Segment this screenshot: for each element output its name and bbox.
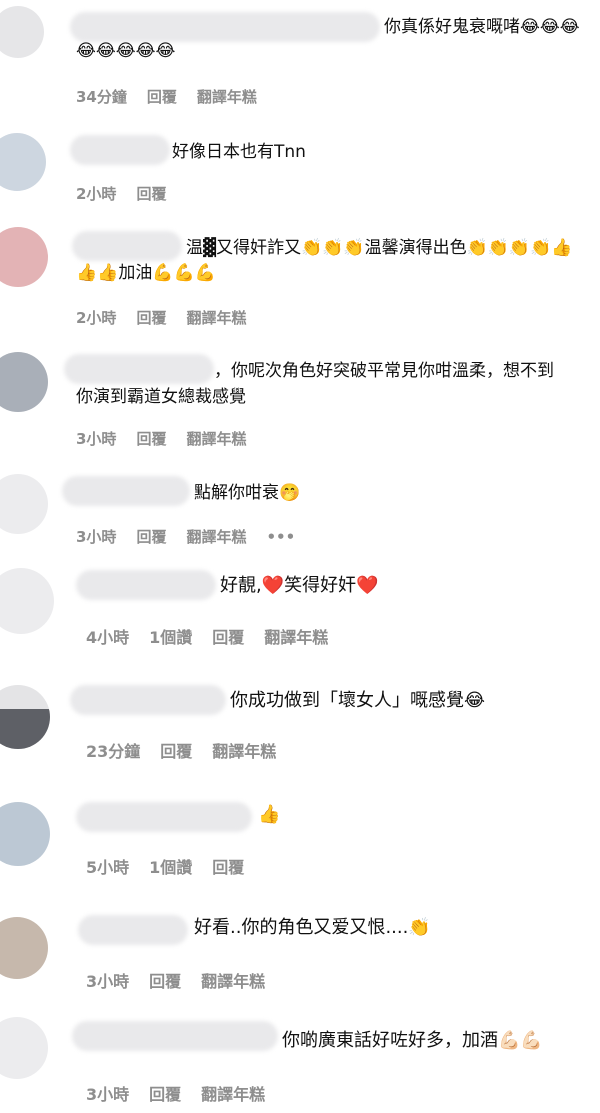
comment-meta: 3小時 回覆 翻譯年糕 — [86, 968, 285, 992]
username-blurred[interactable] — [78, 915, 188, 945]
like-count[interactable]: 1個讚 — [149, 628, 192, 647]
comment-item: ，你呢次角色好突破平常見你咁溫柔，想不到 你演到霸道女總裁感覺 3小時 回覆 翻譯年… — [0, 340, 600, 460]
comment-item: 你真係好鬼衰嘅啫😂😂😂 😂😂😂😂😂 34分鐘 回覆 翻譯年糕 — [0, 0, 600, 115]
reply-button[interactable]: 回覆 — [212, 858, 244, 877]
reply-button[interactable]: 回覆 — [136, 528, 166, 546]
avatar[interactable] — [0, 6, 44, 58]
username-blurred[interactable] — [72, 231, 182, 261]
comment-text-line2: 你演到霸道女總裁感覺 — [76, 387, 246, 407]
username-blurred[interactable] — [76, 802, 252, 832]
comment-item: 你啲廣東話好咗好多，加酒💪🏻💪🏻 3小時 回覆 翻譯年糕 — [0, 1005, 600, 1113]
username-blurred[interactable] — [72, 1021, 278, 1051]
comment-text: 好像日本也有Tnn — [172, 142, 306, 162]
avatar[interactable] — [0, 568, 54, 634]
comment-item: 温▓又得奸詐又👏👏👏温馨演得出色👏👏👏👏👍 👍👍加油💪💪💪 2小時 回覆 翻譯年糕 — [0, 215, 600, 340]
translate-button[interactable]: 翻譯年糕 — [186, 309, 246, 327]
comment-text: 好靚,❤️笑得好奸❤️ — [220, 575, 379, 596]
comment-item: 好看..你的角色又爱又恨....👏 3小時 回覆 翻譯年糕 — [0, 905, 600, 1005]
comment-item: 你成功做到「壞女人」嘅感覺😂 23分鐘 回覆 翻譯年糕 — [0, 675, 600, 790]
timestamp: 3小時 — [86, 1085, 130, 1104]
reply-button[interactable]: 回覆 — [136, 430, 166, 448]
comment-text: 👍 — [258, 804, 281, 825]
timestamp: 3小時 — [76, 430, 117, 448]
reply-button[interactable]: 回覆 — [147, 88, 177, 106]
username-blurred[interactable] — [76, 570, 216, 600]
comment-text: 好看..你的角色又爱又恨....👏 — [194, 917, 431, 938]
comment-meta: 2小時 回覆 — [76, 183, 186, 204]
comment-text: 你啲廣東話好咗好多，加酒💪🏻💪🏻 — [282, 1030, 543, 1051]
reply-button[interactable]: 回覆 — [160, 742, 192, 761]
username-blurred[interactable] — [70, 685, 226, 715]
translate-button[interactable]: 翻譯年糕 — [264, 628, 328, 647]
username-blurred[interactable] — [64, 354, 214, 384]
avatar[interactable] — [0, 352, 48, 412]
comment-text: 點解你咁衰🤭 — [194, 483, 301, 503]
comment-meta: 5小時 1個讚 回覆 — [86, 854, 264, 878]
comment-meta: 23分鐘 回覆 翻譯年糕 — [86, 738, 296, 762]
timestamp: 2小時 — [76, 309, 117, 327]
comment-item: 好像日本也有Tnn 2小時 回覆 — [0, 115, 600, 215]
comment-meta: 2小時 回覆 翻譯年糕 — [76, 307, 266, 328]
timestamp: 3小時 — [86, 972, 130, 991]
comment-item: 👍 5小時 1個讚 回覆 — [0, 790, 600, 905]
comment-item: 好靚,❤️笑得好奸❤️ 4小時 1個讚 回覆 翻譯年糕 — [0, 560, 600, 675]
translate-button[interactable]: 翻譯年糕 — [201, 972, 265, 991]
translate-button[interactable]: 翻譯年糕 — [201, 1085, 265, 1104]
reply-button[interactable]: 回覆 — [136, 309, 166, 327]
timestamp: 5小時 — [86, 858, 130, 877]
comment-text-line2: 😂😂😂😂😂 — [76, 41, 176, 61]
timestamp: 4小時 — [86, 628, 130, 647]
timestamp: 2小時 — [76, 185, 117, 203]
reply-button[interactable]: 回覆 — [149, 1085, 181, 1104]
reply-button[interactable]: 回覆 — [149, 972, 181, 991]
more-options-icon[interactable]: ••• — [266, 528, 295, 546]
comment-meta: 3小時 回覆 翻譯年糕 ••• — [76, 526, 315, 547]
comment-text: 你真係好鬼衰嘅啫😂😂😂 — [384, 17, 580, 37]
avatar[interactable] — [0, 133, 46, 191]
timestamp: 3小時 — [76, 528, 117, 546]
avatar[interactable] — [0, 917, 48, 979]
timestamp: 34分鐘 — [76, 88, 127, 106]
comment-text: 温▓又得奸詐又👏👏👏温馨演得出色👏👏👏👏👍 — [186, 238, 573, 258]
username-blurred[interactable] — [70, 135, 170, 165]
translate-button[interactable]: 翻譯年糕 — [197, 88, 257, 106]
timestamp: 23分鐘 — [86, 742, 141, 761]
username-blurred[interactable] — [62, 476, 190, 506]
translate-button[interactable]: 翻譯年糕 — [186, 528, 246, 546]
comment-meta: 3小時 回覆 翻譯年糕 — [76, 428, 266, 449]
reply-button[interactable]: 回覆 — [136, 185, 166, 203]
reply-button[interactable]: 回覆 — [212, 628, 244, 647]
comment-text-line2: 👍👍加油💪💪💪 — [76, 263, 216, 283]
comment-meta: 3小時 回覆 翻譯年糕 — [86, 1081, 285, 1105]
comment-text: 你成功做到「壞女人」嘅感覺😂 — [230, 690, 486, 711]
avatar[interactable] — [0, 1017, 48, 1079]
avatar[interactable] — [0, 685, 50, 749]
avatar[interactable] — [0, 227, 48, 287]
translate-button[interactable]: 翻譯年糕 — [212, 742, 276, 761]
avatar[interactable] — [0, 474, 48, 534]
comment-text: ，你呢次角色好突破平常見你咁溫柔，想不到 — [214, 361, 554, 381]
comment-meta: 34分鐘 回覆 翻譯年糕 — [76, 86, 277, 107]
translate-button[interactable]: 翻譯年糕 — [186, 430, 246, 448]
avatar[interactable] — [0, 802, 50, 866]
comment-meta: 4小時 1個讚 回覆 翻譯年糕 — [86, 624, 348, 648]
comment-item: 點解你咁衰🤭 3小時 回覆 翻譯年糕 ••• — [0, 460, 600, 560]
like-count[interactable]: 1個讚 — [149, 858, 192, 877]
